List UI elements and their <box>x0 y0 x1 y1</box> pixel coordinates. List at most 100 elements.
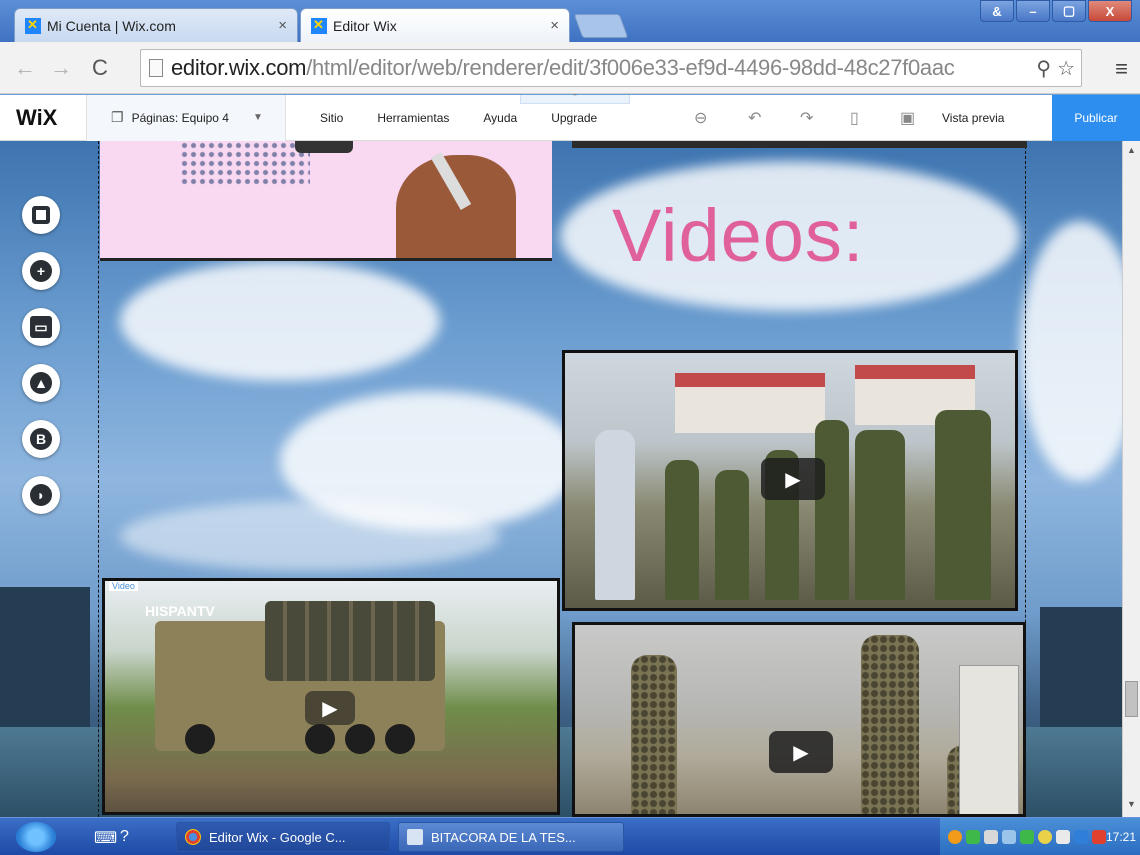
chevron-down-icon: ▼ <box>252 112 263 123</box>
tab-editor-wix[interactable]: Editor Wix × <box>300 8 570 42</box>
box-icon: ▭ <box>30 316 52 338</box>
pages-icon: ❐ <box>111 109 124 125</box>
keyboard-icon[interactable]: ⌨ <box>94 828 117 848</box>
url-host: editor.wix.com <box>171 55 307 80</box>
network-icon[interactable] <box>1002 830 1016 844</box>
start-button[interactable] <box>16 822 56 852</box>
house-image <box>675 373 825 433</box>
video-missile-truck[interactable]: Video HISPANTV ▶ <box>102 578 560 815</box>
tray-app-icon[interactable] <box>1074 830 1088 844</box>
task-word[interactable]: BITACORA DE LA TES... <box>398 822 624 852</box>
tray-app-icon[interactable] <box>1092 830 1106 844</box>
upload-cloud-icon: ▲ <box>30 372 52 394</box>
reload-icon[interactable]: C <box>92 55 108 81</box>
wheel <box>385 724 415 754</box>
video-control-bar <box>295 141 353 153</box>
volume-icon[interactable] <box>984 830 998 844</box>
preview-button[interactable]: Vista previa <box>942 111 1004 125</box>
blog-button[interactable]: B <box>22 420 60 458</box>
civilian-figure <box>595 430 635 600</box>
upload-button[interactable]: ▲ <box>22 364 60 402</box>
bookmark-star-icon[interactable]: ☆ <box>1057 56 1075 81</box>
task-label: BITACORA DE LA TES... <box>431 829 576 845</box>
play-icon[interactable]: ▶ <box>305 691 355 725</box>
menu-upgrade[interactable]: Upgrade <box>551 111 597 125</box>
scroll-up-icon[interactable]: ▲ <box>1127 145 1136 155</box>
wheel <box>345 724 375 754</box>
signal-icon[interactable] <box>966 830 980 844</box>
scroll-thumb[interactable] <box>1125 681 1138 717</box>
wheel <box>305 724 335 754</box>
editor-canvas[interactable]: Videos: ▶ Video HISPANTV ▶ ▶ + ▭ ▲ B ◗ ▲… <box>0 141 1140 817</box>
task-label: Editor Wix - Google C... <box>209 829 346 845</box>
app-market-button[interactable]: ▭ <box>22 308 60 346</box>
wifi-icon[interactable] <box>1020 830 1034 844</box>
mobile-view-icon[interactable]: ▯ <box>850 108 859 128</box>
background-tool-button[interactable] <box>22 196 60 234</box>
soldier-figure <box>631 655 677 814</box>
vertical-scrollbar[interactable]: ▲ ▼ <box>1122 141 1140 817</box>
save-icon[interactable]: ▣ <box>900 108 915 128</box>
tray-app-icon[interactable] <box>1056 830 1070 844</box>
collapse-toolbar-handle[interactable]: ˆ <box>520 94 630 104</box>
wix-favicon-icon <box>25 17 41 34</box>
new-tab-button[interactable] <box>573 14 629 38</box>
pages-dropdown[interactable]: ❐ Páginas: Equipo 4 ▼ <box>86 94 286 141</box>
task-chrome[interactable]: Editor Wix - Google C... <box>176 822 390 852</box>
drawing <box>180 141 310 186</box>
tab-close-icon[interactable]: × <box>550 17 559 34</box>
chrome-icon <box>185 829 201 845</box>
zoom-icon[interactable]: ⚲ <box>1036 56 1051 81</box>
background-cloud <box>120 501 500 571</box>
tab-mi-cuenta[interactable]: Mi Cuenta | Wix.com × <box>14 8 298 42</box>
wix-favicon-icon <box>311 17 327 34</box>
restore-button[interactable]: ▢ <box>1052 0 1086 22</box>
forward-arrow-icon[interactable]: → <box>50 55 72 81</box>
blog-icon: B <box>30 428 52 450</box>
logo-part: SPANTV <box>159 603 215 619</box>
menu-ayuda[interactable]: Ayuda <box>483 111 517 125</box>
menu-sitio[interactable]: Sitio <box>320 111 343 125</box>
soldier-figure <box>715 470 749 600</box>
tray-app-icon[interactable] <box>1038 830 1052 844</box>
soldier-figure <box>935 410 991 600</box>
scroll-down-icon[interactable]: ▼ <box>1127 799 1136 809</box>
browser-toolbar: ← → C editor.wix.com/html/editor/web/ren… <box>0 42 1140 94</box>
clock[interactable]: 17:21 <box>1106 830 1136 844</box>
wix-logo: WiX <box>16 104 58 130</box>
url-path: /html/editor/web/renderer/edit/3f006e33-… <box>306 55 955 80</box>
address-bar[interactable]: editor.wix.com/html/editor/web/renderer/… <box>140 49 1082 87</box>
plus-icon: + <box>30 260 52 282</box>
window-controls: & – ▢ X <box>980 0 1132 22</box>
help-icon[interactable]: ? <box>120 828 129 846</box>
chat-button[interactable]: ◗ <box>22 476 60 514</box>
document-icon <box>407 829 423 845</box>
logo-part: HI <box>145 603 159 619</box>
tab-close-icon[interactable]: × <box>278 17 287 34</box>
video-checkpoint[interactable]: ▶ <box>572 622 1026 817</box>
play-icon[interactable]: ▶ <box>769 731 833 773</box>
close-window-button[interactable]: X <box>1088 0 1132 22</box>
video-label: Video <box>109 581 138 591</box>
video-frame-edge <box>572 141 1027 148</box>
hand-image <box>396 155 516 258</box>
undo-icon[interactable]: ↶ <box>748 108 761 128</box>
video-soldiers[interactable]: ▶ <box>562 350 1018 611</box>
videos-heading[interactable]: Videos: <box>612 193 865 278</box>
publish-button[interactable]: Publicar <box>1052 95 1140 141</box>
pages-label: Páginas: Equipo 4 <box>131 110 229 125</box>
user-icon[interactable]: & <box>980 0 1014 22</box>
menu-herramientas[interactable]: Herramientas <box>377 111 449 125</box>
video-thumbnail-whiteboard[interactable] <box>100 141 552 261</box>
zoom-out-icon[interactable]: ⊖ <box>694 108 707 128</box>
browser-menu-icon[interactable]: ≡ <box>1115 56 1128 82</box>
redo-icon[interactable]: ↷ <box>800 108 813 128</box>
play-icon[interactable]: ▶ <box>761 458 825 500</box>
tray-app-icon[interactable] <box>948 830 962 844</box>
back-arrow-icon[interactable]: ← <box>14 55 36 81</box>
wheel <box>185 724 215 754</box>
soldier-figure <box>815 420 849 600</box>
sign-panel <box>959 665 1019 814</box>
minimize-button[interactable]: – <box>1016 0 1050 22</box>
add-button[interactable]: + <box>22 252 60 290</box>
